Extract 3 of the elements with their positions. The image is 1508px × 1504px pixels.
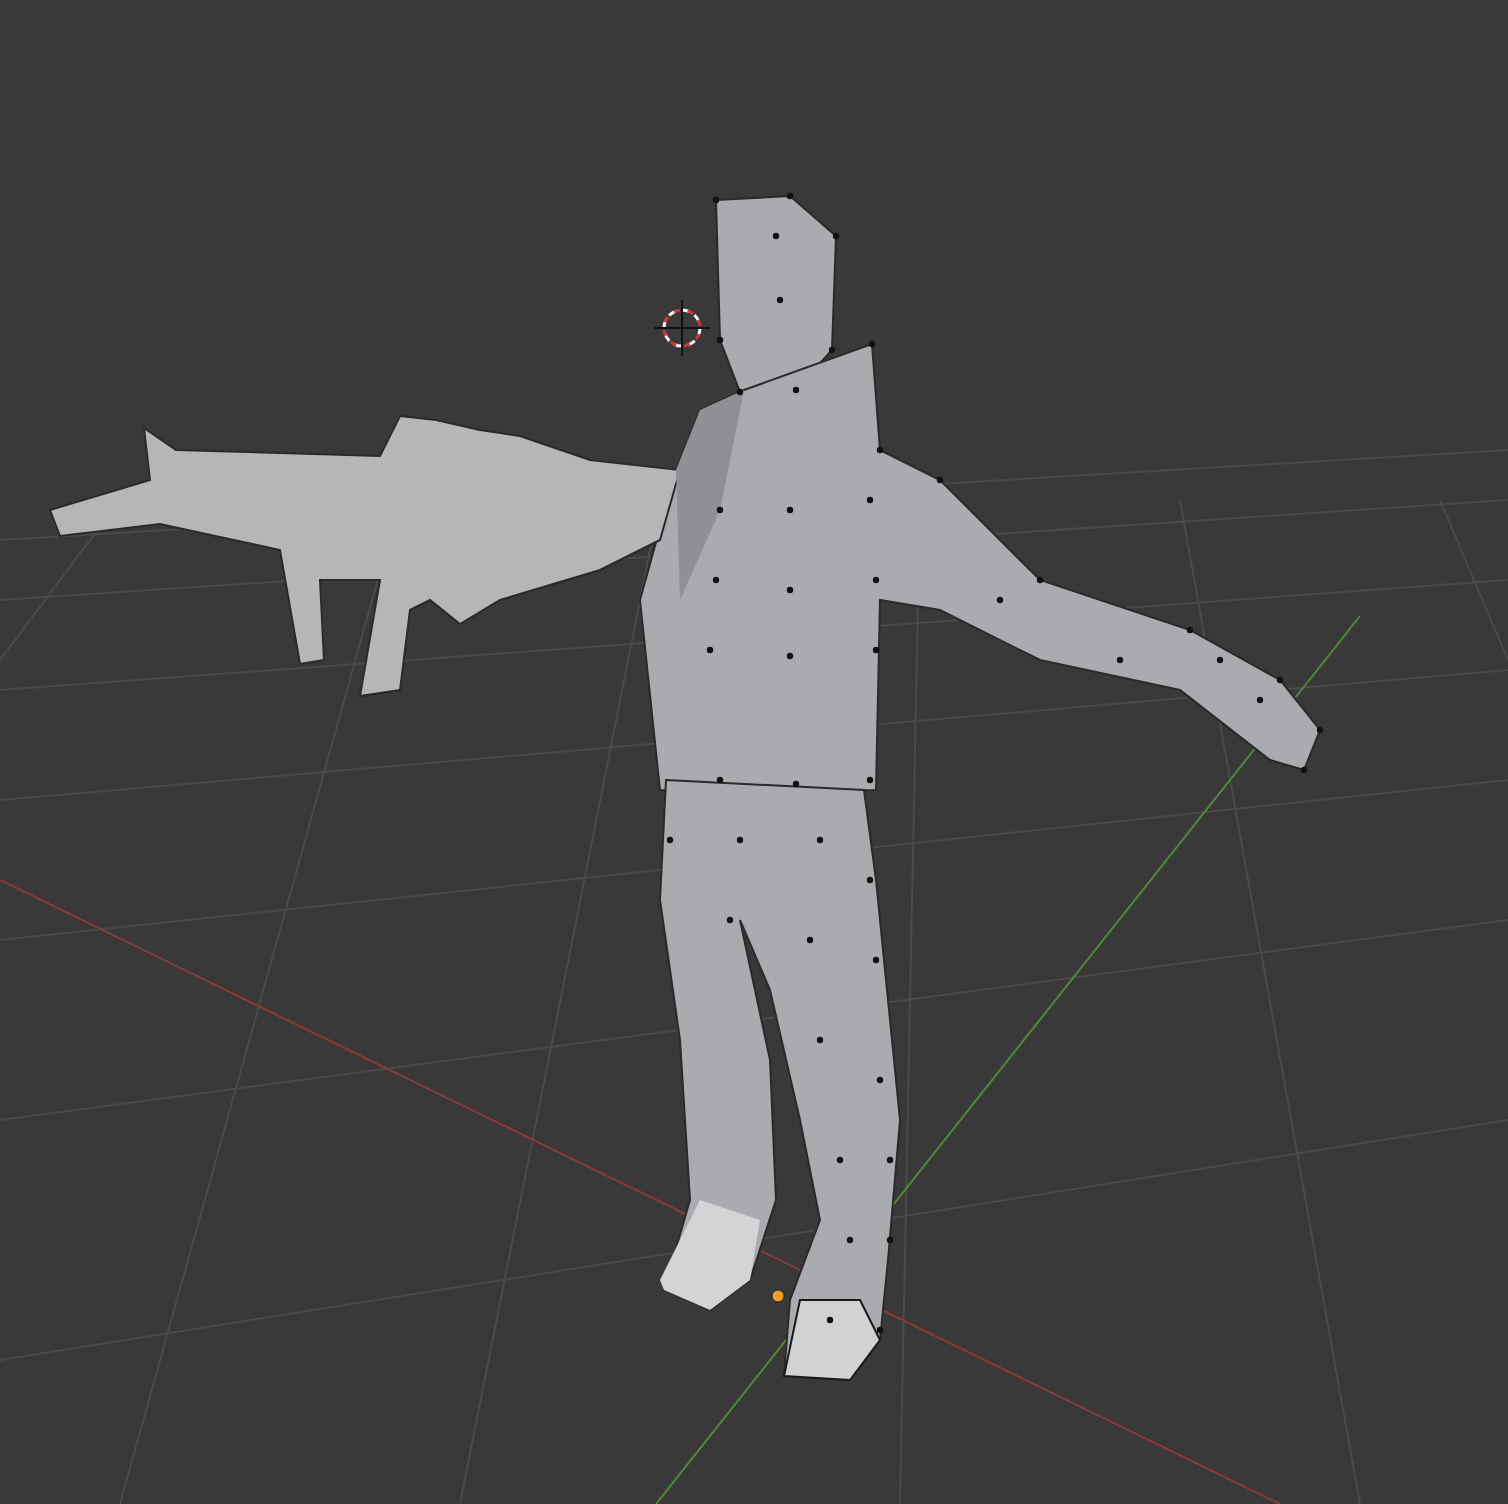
3d-viewport[interactable] [0, 0, 1508, 1504]
character-model-drawing[interactable] [48, 192, 1324, 1382]
3d-cursor-icon[interactable] [653, 299, 711, 357]
